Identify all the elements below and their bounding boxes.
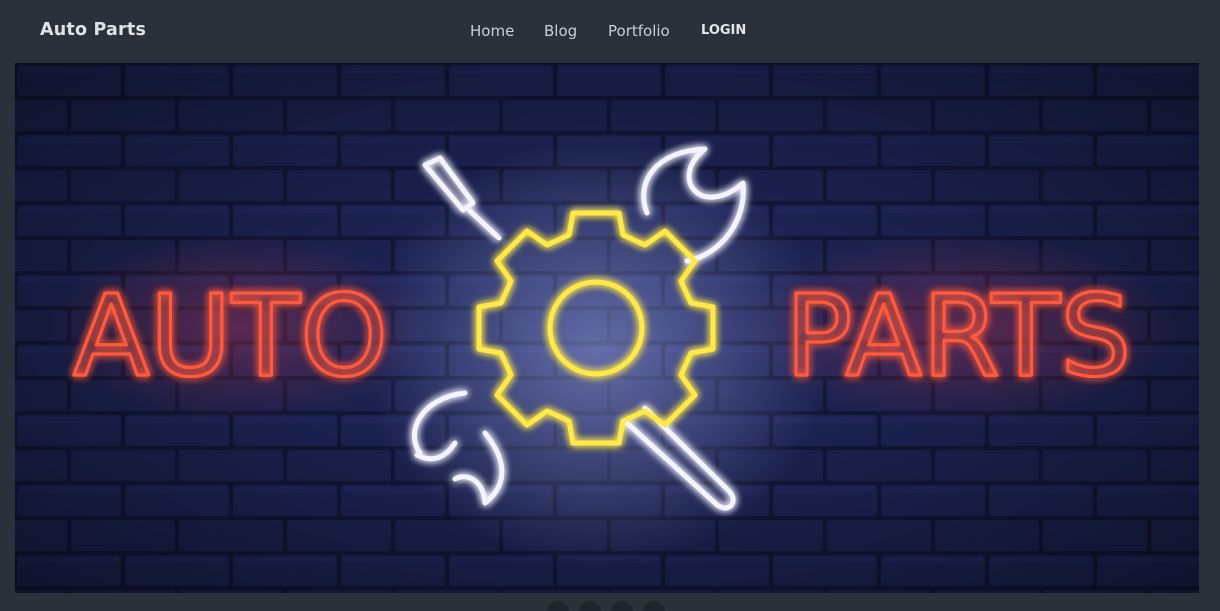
carousel-dot-4[interactable] (643, 601, 665, 611)
carousel-dot-1[interactable] (547, 601, 569, 611)
neon-sign-graphic: AUTO PARTS (15, 63, 1199, 593)
brand-logo[interactable]: Auto Parts (40, 20, 146, 40)
nav-link-home[interactable]: Home (470, 22, 514, 40)
carousel-dot-2[interactable] (579, 601, 601, 611)
hero-banner-image: AUTO PARTS (15, 63, 1199, 593)
navbar: Auto Parts Home Blog Portfolio LOGIN (0, 0, 1220, 63)
nav-link-portfolio[interactable]: Portfolio (608, 22, 670, 40)
login-link[interactable]: LOGIN (701, 23, 746, 38)
nav-link-blog[interactable]: Blog (544, 22, 577, 40)
hero-left-word: AUTO (73, 272, 388, 402)
carousel-indicators (0, 601, 1220, 611)
carousel-dot-3[interactable] (611, 601, 633, 611)
hero-right-word: PARTS (785, 272, 1131, 402)
